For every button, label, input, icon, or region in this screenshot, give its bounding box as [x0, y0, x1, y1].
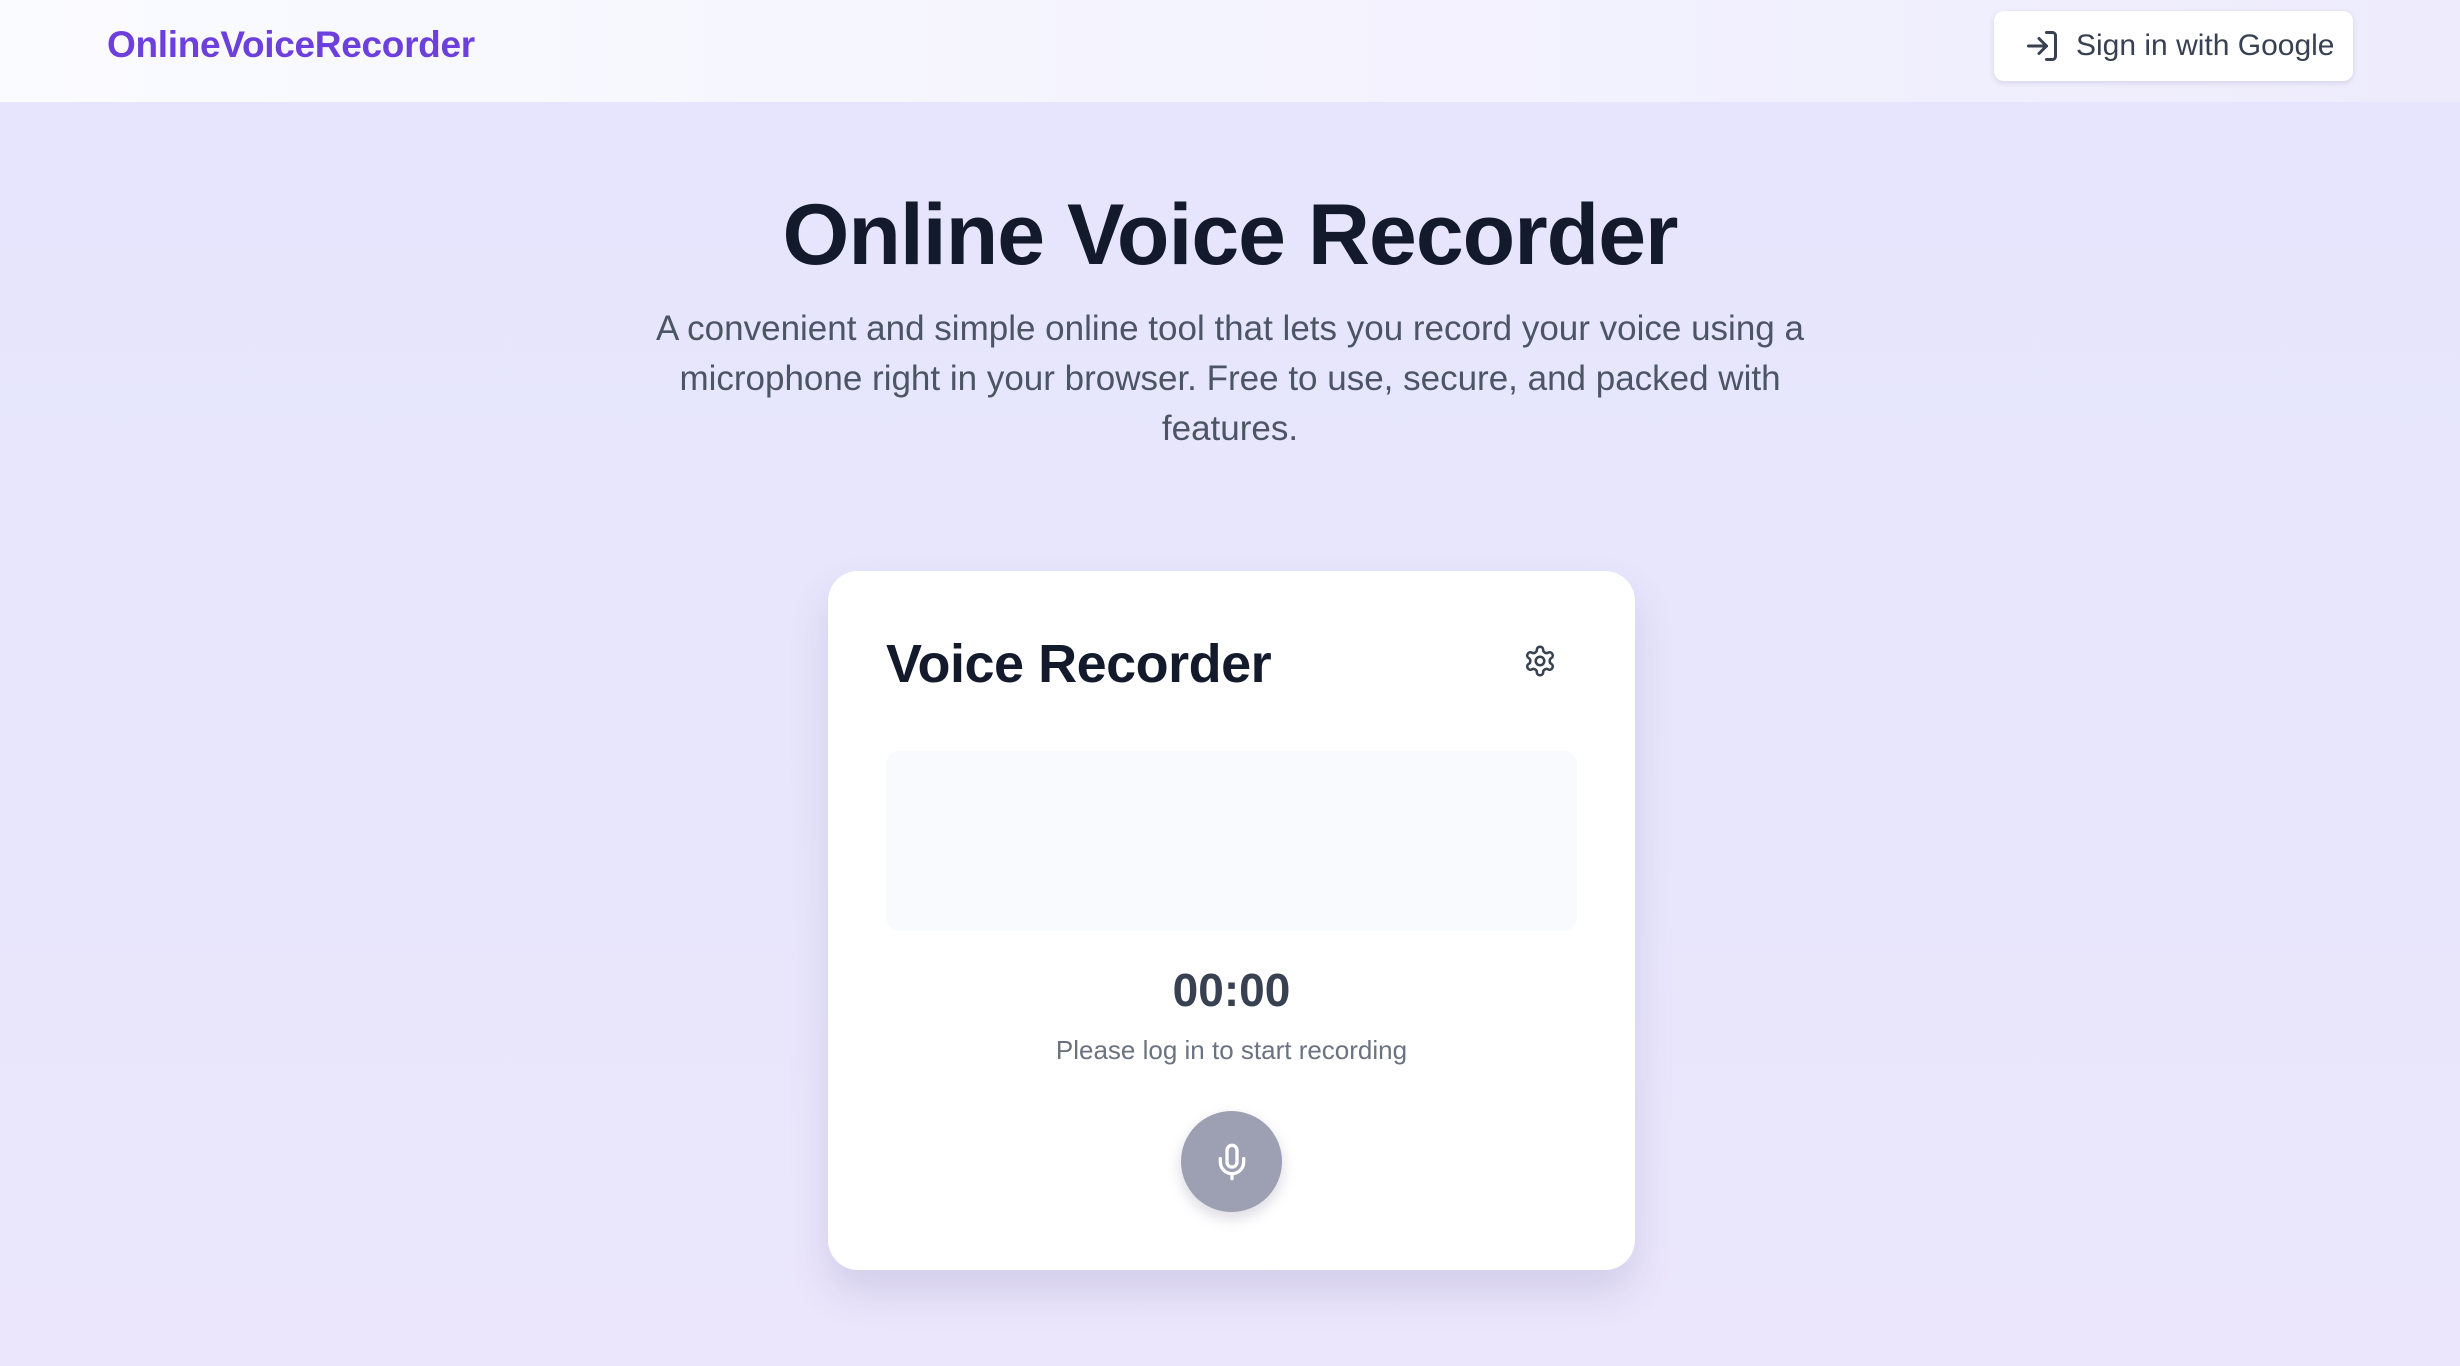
voice-recorder-card: Voice Recorder 00:00 Please log in to st…	[828, 571, 1635, 1270]
waveform-display	[886, 751, 1577, 931]
sign-in-label: Sign in with Google	[2076, 29, 2335, 62]
log-in-icon	[2027, 31, 2057, 61]
settings-button[interactable]	[1519, 640, 1561, 682]
sign-in-with-google-button[interactable]: Sign in with Google	[1994, 11, 2353, 81]
recording-status: Please log in to start recording	[1055, 1035, 1408, 1065]
microphone-icon	[1218, 1143, 1245, 1180]
gear-icon	[1525, 645, 1555, 677]
recording-timer: 00:00	[1172, 964, 1291, 1016]
record-button[interactable]	[1181, 1111, 1282, 1212]
page-title: Online Voice Recorder	[782, 187, 1678, 283]
page-subtitle: A convenient and simple online tool that…	[656, 309, 1804, 448]
recorder-title: Voice Recorder	[886, 634, 1272, 694]
top-navbar: OnlineVoiceRecorder Sign in with Google	[0, 0, 2460, 102]
site-logo[interactable]: OnlineVoiceRecorder	[107, 22, 475, 68]
